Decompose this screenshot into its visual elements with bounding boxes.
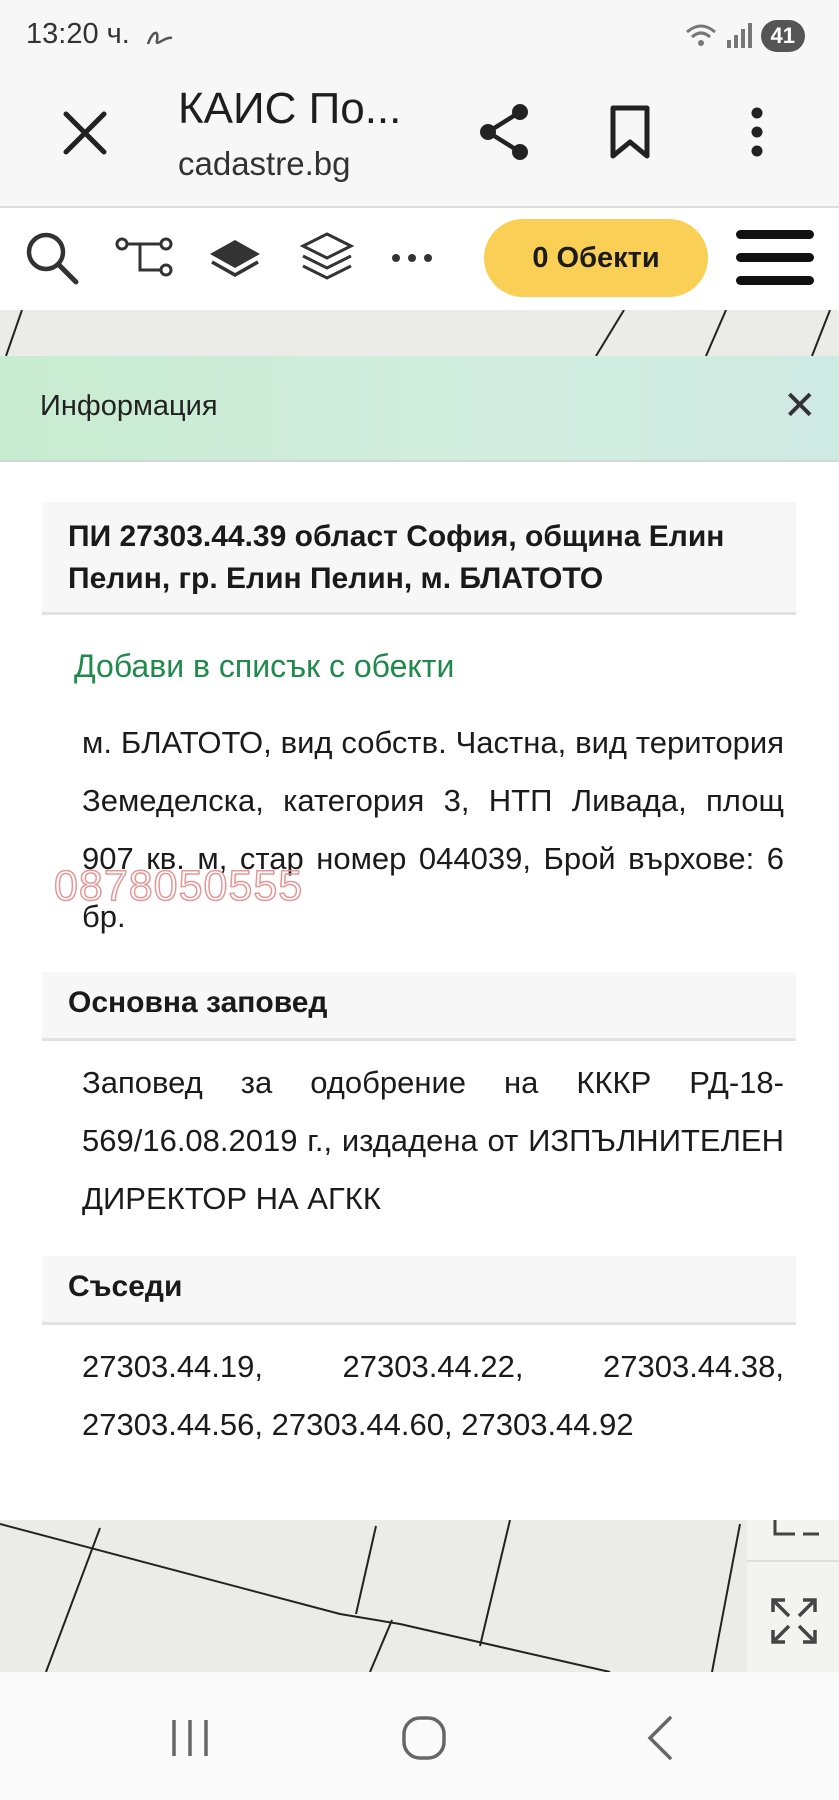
recent-apps-icon [172,1720,208,1756]
page-url[interactable]: cadastre.bg [178,145,350,183]
status-icons: 41 [685,20,805,52]
parcel-boundaries [0,1520,741,1672]
fullscreen-icon [771,1598,817,1644]
parcel-boundaries [5,310,831,356]
back-button[interactable] [640,1714,680,1762]
handwriting-icon [146,31,173,45]
hamburger-menu-icon [736,230,814,285]
layers-button[interactable] [298,228,356,286]
share-icon [480,104,528,160]
back-icon [647,1716,672,1760]
home-button[interactable] [400,1714,448,1762]
share-button[interactable] [474,100,538,164]
parcel-description: м. БЛАТОТО, вид собств. Частна, вид тери… [82,725,784,934]
more-horiz-icon [392,254,432,262]
map-view-bottom[interactable] [0,1520,839,1672]
more-options-button[interactable] [740,104,774,160]
objects-button[interactable]: 0 Обекти [484,219,708,297]
order-section-header: Основна заповед [42,972,796,1041]
home-icon [402,1716,446,1760]
map-tool-partial-icon [773,1520,819,1536]
parcel-header: ПИ 27303.44.39 област София, община Елин… [42,502,796,615]
search-button[interactable] [22,228,82,288]
browser-bar [0,72,839,208]
search-icon [26,232,79,285]
layers-icon [299,232,355,280]
neighbors-section-header: Съседи [42,1256,796,1325]
map-view-top[interactable] [0,310,839,356]
bookmark-icon [610,105,650,159]
battery-indicator: 41 [760,20,805,52]
close-tab-button[interactable] [56,104,114,162]
route-icon [115,237,173,277]
route-tool-button[interactable] [114,234,176,280]
more-vert-icon [751,107,763,157]
layer-icon [210,240,260,278]
map-side-tools [747,1520,839,1672]
close-icon [63,111,107,155]
bookmark-button[interactable] [604,100,656,164]
neighbors-section-title: Съседи [68,1270,183,1303]
order-text: Заповед за одобрение на КККР РД-18-569/1… [82,1065,784,1216]
info-panel-title: Информация [40,390,218,422]
watermark-phone: 0878050555 [53,861,304,911]
order-section-title: Основна заповед [68,986,328,1019]
neighbors-list: 27303.44.19, 27303.44.22, 27303.44.38, 2… [82,1349,784,1442]
layer-button[interactable] [206,232,264,282]
wifi-icon [685,24,716,46]
signal-icon [726,23,752,48]
close-info-button[interactable]: ✕ [783,386,817,426]
parcel-title: ПИ 27303.44.39 област София, община Елин… [68,520,725,595]
add-to-objects-link[interactable]: Добави в списък с обекти [74,648,454,685]
status-time: 13:20 ч. [26,18,130,50]
more-tools-button[interactable] [390,244,434,272]
page-title: КАИС По... [178,84,402,133]
fullscreen-button[interactable] [769,1596,819,1646]
recent-apps-button[interactable] [168,1716,212,1760]
main-menu-button[interactable] [734,226,816,290]
